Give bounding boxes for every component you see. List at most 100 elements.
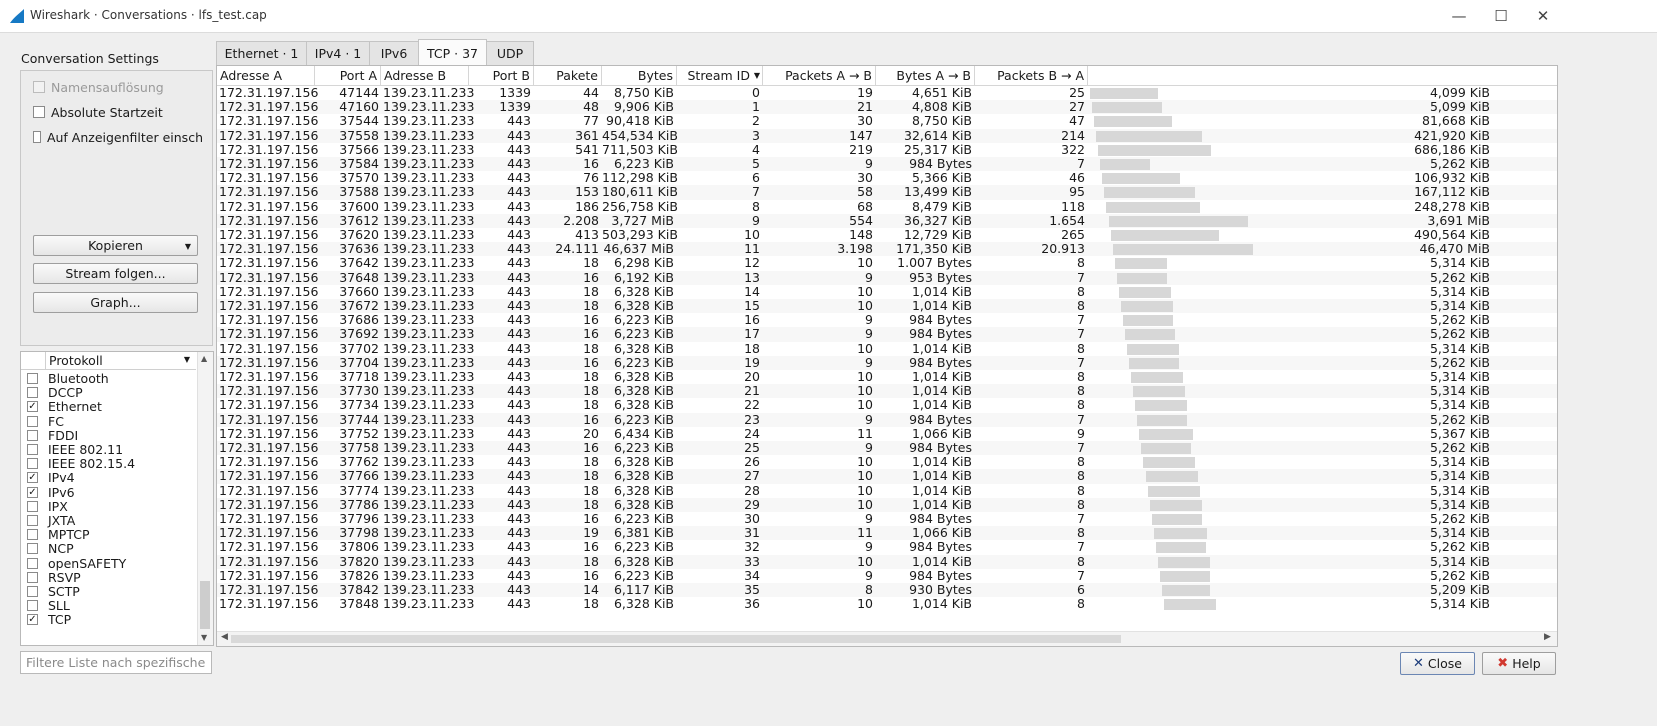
column-port-b[interactable]: Port B <box>469 66 534 85</box>
protocol-list[interactable]: Protokoll ▼ Bluetooth DCCP ✓ Ethernet FC FDDI… <box>20 351 214 646</box>
column-bytes[interactable]: Bytes <box>602 66 677 85</box>
table-row[interactable]: 172.31.197.156 37558 139.23.11.233 443 361 45… <box>217 128 1557 143</box>
column-packets-b-a[interactable]: Packets B → A <box>975 66 1088 85</box>
table-row[interactable]: 172.31.197.156 37774 139.23.11.233 443 18 6,3… <box>217 483 1557 498</box>
name-resolution-option[interactable]: Namensauflösung <box>33 78 164 96</box>
table-row[interactable]: 172.31.197.156 37584 139.23.11.233 443 16 6,2… <box>217 157 1557 172</box>
table-row[interactable]: 172.31.197.156 37798 139.23.11.233 443 19 6,3… <box>217 526 1557 541</box>
sort-down-icon[interactable]: ▼ <box>184 355 190 364</box>
protocol-item[interactable]: IEEE 802.11 <box>21 442 196 457</box>
protocol-checkbox[interactable] <box>27 387 38 399</box>
column-bytes-a-b[interactable]: Bytes A → B <box>876 66 975 85</box>
minimize-icon[interactable]: — <box>1449 6 1469 26</box>
scroll-down-icon[interactable]: ▼ <box>201 633 207 642</box>
tab-udp[interactable]: UDP <box>486 41 534 65</box>
table-row[interactable]: 172.31.197.156 37648 139.23.11.233 443 16 6,1… <box>217 270 1557 285</box>
table-row[interactable]: 172.31.197.156 37806 139.23.11.233 443 16 6,2… <box>217 540 1557 554</box>
protocol-item[interactable]: Bluetooth <box>21 371 196 386</box>
protocol-checkbox[interactable] <box>27 415 38 427</box>
limit-filter-checkbox[interactable] <box>33 131 41 143</box>
table-row[interactable]: 172.31.197.156 37704 139.23.11.233 443 16 6,2… <box>217 355 1557 370</box>
table-row[interactable]: 172.31.197.156 37744 139.23.11.233 443 16 6,2… <box>217 412 1557 427</box>
column-stream-id[interactable]: Stream ID ▼ <box>677 66 763 85</box>
tab-ipv4[interactable]: IPv4 · 1 <box>306 41 370 65</box>
protocol-item[interactable]: ✓ Ethernet <box>21 399 196 414</box>
protocol-checkbox[interactable] <box>27 373 38 384</box>
table-row[interactable]: 172.31.197.156 37612 139.23.11.233 443 2.208… <box>217 213 1557 228</box>
table-row[interactable]: 172.31.197.156 37842 139.23.11.233 443 14 6,1… <box>217 583 1557 598</box>
maximize-icon[interactable]: ☐ <box>1491 6 1511 26</box>
follow-stream-button[interactable]: Stream folgen... <box>33 263 198 284</box>
protocol-checkbox[interactable] <box>27 529 38 541</box>
table-row[interactable]: 172.31.197.156 37826 139.23.11.233 443 16 6,2… <box>217 568 1557 583</box>
protocol-checkbox[interactable] <box>27 515 38 526</box>
protocol-checkbox[interactable] <box>27 543 38 555</box>
protocol-item[interactable]: MPTCP <box>21 527 196 542</box>
scroll-left-icon[interactable]: ◀ <box>221 632 228 642</box>
protocol-checkbox[interactable] <box>27 500 38 512</box>
protocol-checkbox[interactable]: ✓ <box>27 401 38 413</box>
conversations-table[interactable]: Adresse A Port A Adresse B Port B Pakete… <box>216 65 1558 647</box>
protocol-item[interactable]: FDDI <box>21 428 196 443</box>
table-row[interactable]: 172.31.197.156 37570 139.23.11.233 443 76 112… <box>217 171 1557 185</box>
protocol-checkbox[interactable] <box>27 557 38 569</box>
protocol-checkbox[interactable] <box>27 600 38 612</box>
protocol-item[interactable]: FC <box>21 414 196 429</box>
name-resolution-checkbox[interactable] <box>33 81 45 93</box>
protocol-item[interactable]: openSAFETY <box>21 556 196 571</box>
protocol-item[interactable]: SCTP <box>21 584 196 599</box>
column-adresse-a[interactable]: Adresse A <box>217 66 315 85</box>
protocol-item[interactable]: SLL <box>21 598 196 613</box>
protocol-checkbox[interactable] <box>27 458 38 470</box>
tab-ethernet[interactable]: Ethernet · 1 <box>216 41 307 65</box>
table-row[interactable]: 172.31.197.156 37588 139.23.11.233 443 153 18… <box>217 185 1557 200</box>
table-row[interactable]: 172.31.197.156 37718 139.23.11.233 443 18 6,3… <box>217 370 1557 384</box>
column-packets-a-b[interactable]: Packets A → B <box>763 66 876 85</box>
table-row[interactable]: 172.31.197.156 37786 139.23.11.233 443 18 6,3… <box>217 497 1557 512</box>
table-row[interactable]: 172.31.197.156 37730 139.23.11.233 443 18 6,3… <box>217 384 1557 399</box>
protocol-item[interactable]: ✓ IPv4 <box>21 470 196 485</box>
scroll-up-icon[interactable]: ▲ <box>201 354 207 363</box>
protocol-checkbox[interactable] <box>27 571 38 583</box>
table-horizontal-scrollbar[interactable]: ◀ ▶ <box>217 631 1557 646</box>
protocol-checkbox[interactable]: ✓ <box>27 486 38 498</box>
copy-button[interactable]: Kopieren ▼ <box>33 235 198 256</box>
table-row[interactable]: 172.31.197.156 37636 139.23.11.233 443 24.11… <box>217 242 1557 257</box>
help-button[interactable]: ✖ Help <box>1482 652 1556 675</box>
protocol-checkbox[interactable] <box>27 586 38 597</box>
absolute-start-checkbox[interactable] <box>33 106 45 118</box>
table-row[interactable]: 172.31.197.156 37734 139.23.11.233 443 18 6,3… <box>217 398 1557 412</box>
column-adresse-b[interactable]: Adresse B <box>381 66 469 85</box>
protocol-list-scrollbar[interactable]: ▲ ▼ <box>197 352 213 645</box>
table-row[interactable]: 172.31.197.156 37672 139.23.11.233 443 18 6,3… <box>217 299 1557 314</box>
protocol-filter-input[interactable] <box>20 651 212 674</box>
protocol-item[interactable]: RSVP <box>21 570 196 585</box>
close-window-icon[interactable]: ✕ <box>1533 6 1553 26</box>
column-bytes-b-a[interactable] <box>1088 66 1557 85</box>
protocol-item[interactable]: NCP <box>21 541 196 556</box>
limit-filter-option[interactable]: Auf Anzeigenfilter einsch <box>33 128 203 146</box>
scroll-right-icon[interactable]: ▶ <box>1544 632 1551 642</box>
table-row[interactable]: 172.31.197.156 37620 139.23.11.233 443 413 50… <box>217 228 1557 242</box>
protocol-item[interactable]: JXTA <box>21 513 196 528</box>
table-row[interactable]: 172.31.197.156 37758 139.23.11.233 443 16 6,2… <box>217 441 1557 456</box>
table-row[interactable]: 172.31.197.156 47160 139.23.11.233 1339 48 9,… <box>217 100 1557 115</box>
table-row[interactable]: 172.31.197.156 37566 139.23.11.233 443 541 71… <box>217 142 1557 157</box>
tab-ipv6[interactable]: IPv6 <box>369 41 419 65</box>
table-row[interactable]: 172.31.197.156 47144 139.23.11.233 1339 44 8,… <box>217 86 1557 100</box>
protocol-checkbox[interactable] <box>27 444 38 455</box>
protocol-list-header[interactable]: Protokoll ▼ <box>21 352 196 370</box>
table-row[interactable]: 172.31.197.156 37820 139.23.11.233 443 18 6,3… <box>217 554 1557 569</box>
graph-button[interactable]: Graph... <box>33 292 198 313</box>
table-row[interactable]: 172.31.197.156 37686 139.23.11.233 443 16 6,2… <box>217 313 1557 327</box>
horizontal-scrollbar-thumb[interactable] <box>231 635 1121 643</box>
table-row[interactable]: 172.31.197.156 37642 139.23.11.233 443 18 6,2… <box>217 256 1557 270</box>
column-port-a[interactable]: Port A <box>315 66 381 85</box>
table-row[interactable]: 172.31.197.156 37848 139.23.11.233 443 18 6,3… <box>217 597 1557 611</box>
column-pakete[interactable]: Pakete <box>534 66 602 85</box>
scrollbar-thumb[interactable] <box>200 581 210 629</box>
protocol-checkbox[interactable]: ✓ <box>27 614 38 626</box>
protocol-item[interactable]: ✓ TCP <box>21 612 196 627</box>
protocol-checkbox[interactable] <box>27 429 38 441</box>
table-row[interactable]: 172.31.197.156 37692 139.23.11.233 443 16 6,2… <box>217 327 1557 342</box>
